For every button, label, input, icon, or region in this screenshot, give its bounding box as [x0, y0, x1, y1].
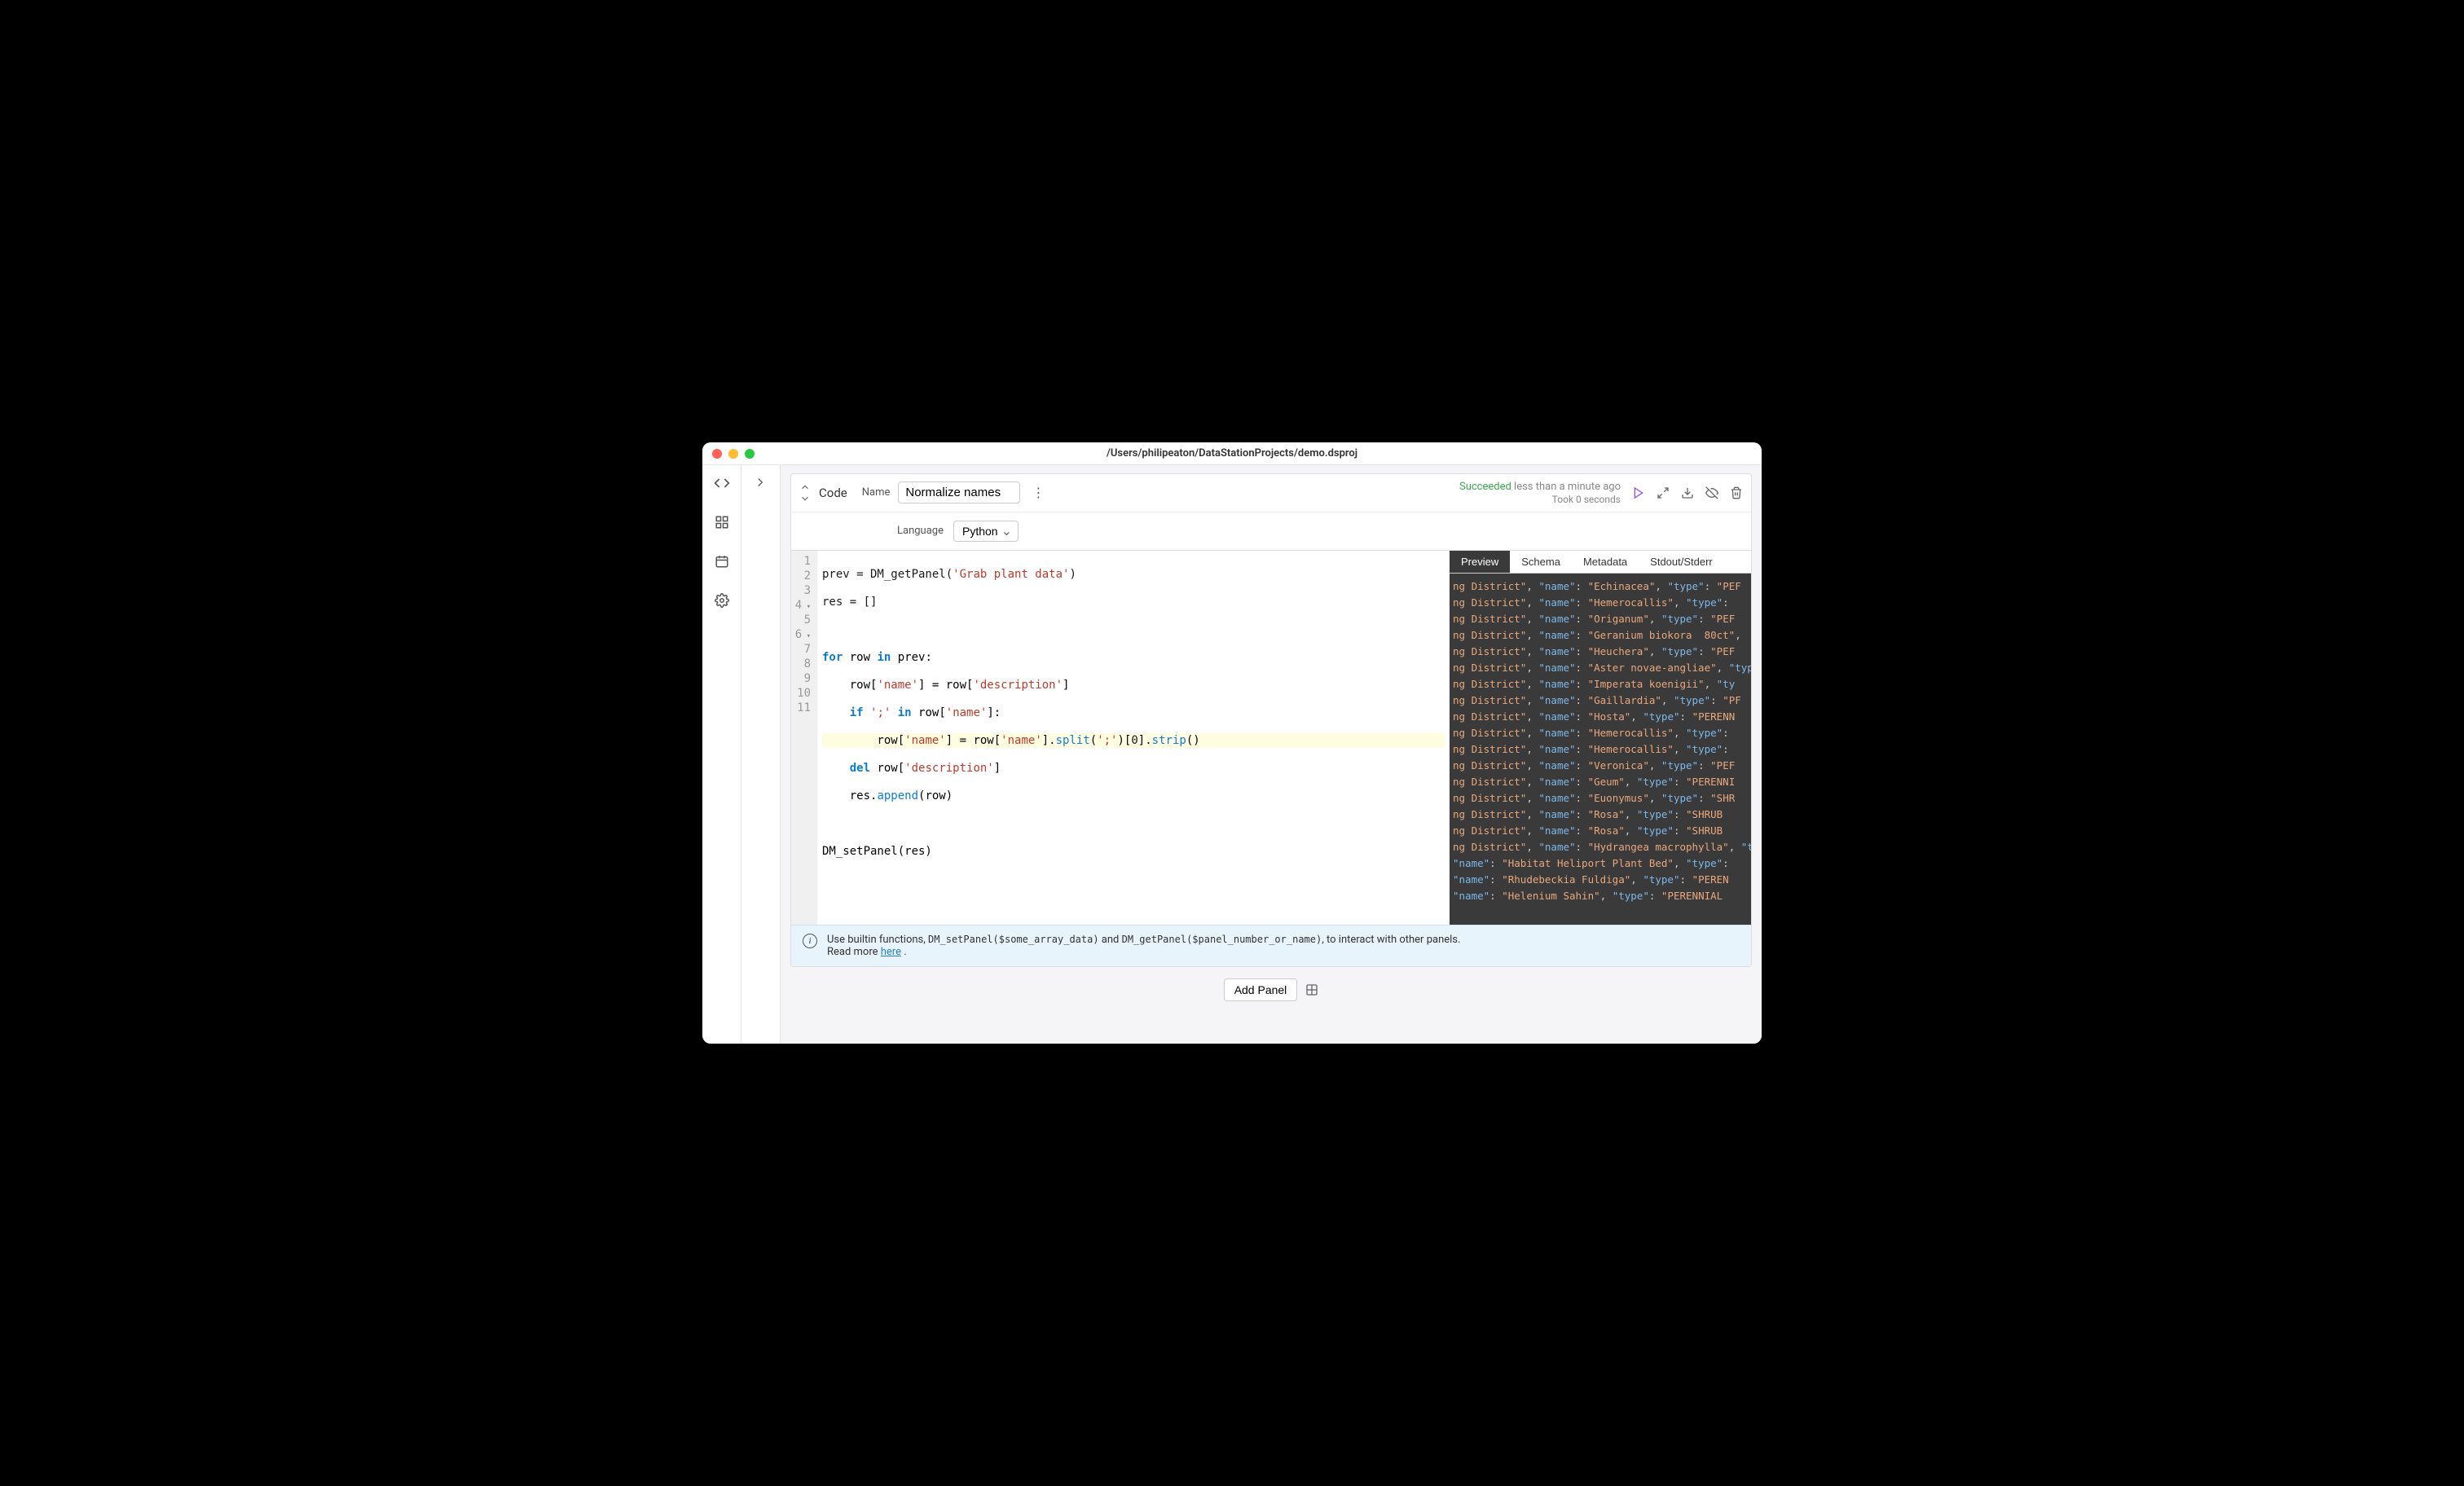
more-menu-icon[interactable]: ⋮ [1028, 485, 1048, 500]
status-ago: less than a minute ago [1514, 481, 1621, 493]
preview-row: ng District", "name": "Rosa", "type": "S… [1453, 823, 1748, 839]
gutter-line: 11 [794, 701, 811, 715]
grid-layout-icon[interactable] [1305, 983, 1318, 996]
preview-row: ng District", "name": "Hosta", "type": "… [1453, 709, 1748, 725]
preview-tab-stdout-stderr[interactable]: Stdout/Stderr [1639, 551, 1724, 573]
name-label: Name [862, 486, 891, 499]
download-icon[interactable] [1681, 486, 1694, 499]
delete-icon[interactable] [1730, 486, 1743, 499]
preview-row: ng District", "name": "Rosa", "type": "S… [1453, 807, 1748, 823]
gutter-line: 10 [794, 686, 811, 701]
panel-header-right: Succeeded less than a minute ago Took 0 … [1459, 481, 1743, 505]
preview-tabs: PreviewSchemaMetadataStdout/Stderr [1450, 551, 1751, 574]
preview-tab-preview[interactable]: Preview [1450, 551, 1510, 573]
settings-icon[interactable] [714, 592, 730, 609]
gutter: 1234567891011 [791, 551, 817, 925]
preview-row: ng District", "name": "Geranium biokora … [1453, 627, 1748, 644]
panel-status: Succeeded less than a minute ago Took 0 … [1459, 481, 1621, 505]
gutter-line: 4 [794, 598, 811, 613]
gutter-line: 5 [794, 613, 811, 627]
run-icon[interactable] [1632, 486, 1645, 499]
minimize-window-button[interactable] [728, 449, 738, 459]
preview-row: "name": "Helenium Sahin", "type": "PEREN… [1453, 888, 1748, 904]
info-text: Use builtin functions, DM_setPanel($some… [827, 934, 1460, 958]
maximize-window-button[interactable] [745, 449, 755, 459]
gutter-line: 2 [794, 569, 811, 583]
app-body: Code Name ⋮ Succeeded less than a minute… [702, 465, 1762, 1044]
gutter-line: 8 [794, 657, 811, 671]
language-select[interactable]: Python [953, 521, 1019, 542]
status-succeeded: Succeeded [1459, 481, 1511, 493]
preview-row: ng District", "name": "Veronica", "type"… [1453, 758, 1748, 774]
preview-row: ng District", "name": "Heuchera", "type"… [1453, 644, 1748, 660]
preview-row: ng District", "name": "Geum", "type": "P… [1453, 774, 1748, 790]
gutter-line: 1 [794, 554, 811, 569]
gutter-line: 9 [794, 671, 811, 686]
window-title: /Users/philipeaton/DataStationProjects/d… [1107, 447, 1357, 459]
preview-row: ng District", "name": "Hemerocallis", "t… [1453, 741, 1748, 758]
gutter-line: 6 [794, 627, 811, 642]
info-bar: i Use builtin functions, DM_setPanel($so… [791, 925, 1751, 966]
gutter-line: 3 [794, 583, 811, 598]
preview-pane: PreviewSchemaMetadataStdout/Stderr ng Di… [1450, 551, 1751, 925]
panel-type-label: Code [819, 486, 847, 500]
calendar-icon[interactable] [714, 553, 730, 569]
preview-row: ng District", "name": "Imperata koenigii… [1453, 676, 1748, 692]
language-label: Language [897, 525, 944, 537]
preview-row: "name": "Habitat Heliport Plant Bed", "t… [1453, 855, 1748, 872]
preview-row: ng District", "name": "Echinacea", "type… [1453, 578, 1748, 595]
panel-name-input[interactable] [898, 481, 1020, 503]
main-area: Code Name ⋮ Succeeded less than a minute… [781, 465, 1762, 1044]
left-rail [702, 465, 741, 1044]
close-window-button[interactable] [712, 449, 722, 459]
code-body[interactable]: prev = DM_getPanel('Grab plant data') re… [817, 551, 1450, 925]
preview-body[interactable]: ng District", "name": "Echinacea", "type… [1450, 574, 1751, 925]
preview-row: "name": "Rhudebeckia Fuldiga", "type": "… [1453, 872, 1748, 888]
collapse-toggle-icon[interactable] [799, 481, 811, 504]
preview-tab-metadata[interactable]: Metadata [1572, 551, 1639, 573]
secondary-rail [741, 465, 781, 1044]
hide-icon[interactable] [1705, 486, 1718, 499]
expand-icon[interactable] [1657, 486, 1670, 499]
code-icon[interactable] [714, 475, 730, 491]
panel-subheader: Language Python [791, 512, 1751, 550]
traffic-lights [712, 449, 755, 459]
preview-row: ng District", "name": "Origanum", "type"… [1453, 611, 1748, 627]
dashboard-icon[interactable] [714, 514, 730, 530]
panel-header-left: Code Name ⋮ [799, 481, 1048, 504]
app-window: /Users/philipeaton/DataStationProjects/d… [702, 442, 1762, 1044]
preview-row: ng District", "name": "Aster novae-angli… [1453, 660, 1748, 676]
preview-row: ng District", "name": "Gaillardia", "typ… [1453, 692, 1748, 709]
info-icon: i [803, 934, 817, 948]
panel-card: Code Name ⋮ Succeeded less than a minute… [790, 473, 1752, 967]
editor-row: 1234567891011 prev = DM_getPanel('Grab p… [791, 550, 1751, 925]
panel-actions [1632, 486, 1743, 499]
readmore-link[interactable]: here [881, 946, 901, 958]
status-took: Took 0 seconds [1459, 494, 1621, 505]
panel-header: Code Name ⋮ Succeeded less than a minute… [791, 474, 1751, 512]
preview-row: ng District", "name": "Hemerocallis", "t… [1453, 595, 1748, 611]
preview-row: ng District", "name": "Euonymus", "type"… [1453, 790, 1748, 807]
add-panel-row: Add Panel [790, 967, 1752, 1013]
preview-row: ng District", "name": "Hemerocallis", "t… [1453, 725, 1748, 741]
add-panel-button[interactable]: Add Panel [1224, 978, 1298, 1001]
preview-tab-schema[interactable]: Schema [1510, 551, 1572, 573]
expand-chevron-icon[interactable] [753, 475, 769, 491]
preview-row: ng District", "name": "Hydrangea macroph… [1453, 839, 1748, 855]
code-editor[interactable]: 1234567891011 prev = DM_getPanel('Grab p… [791, 551, 1450, 925]
gutter-line: 7 [794, 642, 811, 657]
titlebar: /Users/philipeaton/DataStationProjects/d… [702, 442, 1762, 465]
